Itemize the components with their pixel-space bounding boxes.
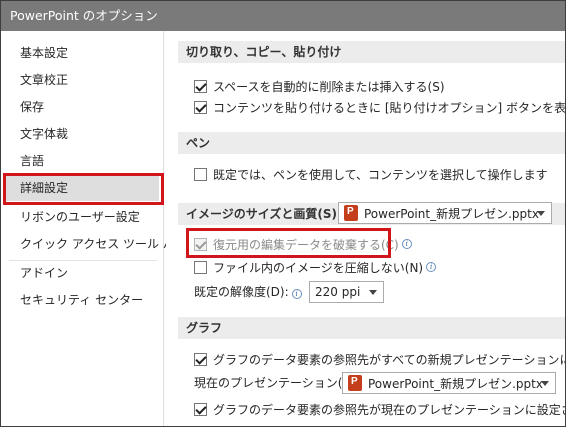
use-pen-checkbox[interactable]	[194, 167, 207, 181]
chart-all-new-option[interactable]: グラフのデータ要素の参照先がすべての新規プレゼンテーションに設定されてい	[194, 349, 565, 369]
options-dialog: PowerPoint のオプション 基本設定 文章校正 保存 文字体裁 言語 詳…	[0, 0, 566, 427]
sidebar-item-general[interactable]: 基本設定	[5, 40, 159, 66]
chart-current-ref-label: グラフのデータ要素の参照先が現在のプレゼンテーションに設定されているプロ	[213, 402, 565, 417]
paste-options-checkbox[interactable]	[194, 100, 207, 114]
discard-edit-data-option[interactable]: 復元用の編集データを破棄する(C) i	[194, 234, 412, 254]
no-compress-label: ファイル内のイメージを圧縮しない(N)	[213, 260, 424, 275]
chart-current-ref-option[interactable]: グラフのデータ要素の参照先が現在のプレゼンテーションに設定されているプロ	[194, 399, 565, 419]
current-presentation-dropdown-value: PowerPoint_新規プレゼン.pptx	[368, 376, 543, 391]
sidebar-item-save[interactable]: 保存	[5, 94, 159, 120]
options-content: 切り取り、コピー、貼り付け スペースを自動的に削除または挿入する(S) コンテン…	[166, 31, 566, 426]
use-pen-option[interactable]: 既定では、ペンを使用して、コンテンツを選択して操作します	[194, 164, 548, 184]
section-header-chart: グラフ	[178, 317, 565, 339]
image-file-dropdown[interactable]: PowerPoint_新規プレゼン.pptx	[338, 202, 552, 224]
smart-cut-option[interactable]: スペースを自動的に削除または挿入する(S)	[194, 76, 445, 96]
sidebar-item-customize-ribbon[interactable]: リボンのユーザー設定	[5, 204, 159, 230]
discard-edit-data-label: 復元用の編集データを破棄する(C)	[213, 237, 399, 252]
chevron-down-icon	[369, 290, 377, 295]
sidebar-item-advanced[interactable]: 詳細設定	[5, 175, 159, 201]
sidebar-item-quick-access-toolbar[interactable]: クイック アクセス ツール バー	[5, 231, 187, 257]
chart-current-ref-checkbox[interactable]	[194, 402, 207, 416]
info-icon: i	[291, 289, 302, 299]
resolution-dropdown[interactable]: 220 ppi	[309, 281, 384, 303]
info-icon: i	[401, 239, 412, 249]
section-header-clipboard: 切り取り、コピー、貼り付け	[178, 41, 565, 63]
current-presentation-dropdown[interactable]: PowerPoint_新規プレゼン.pptx	[342, 372, 556, 394]
sidebar-item-language[interactable]: 言語	[5, 148, 159, 174]
chevron-down-icon	[541, 381, 549, 386]
smart-cut-checkbox[interactable]	[194, 79, 207, 93]
paste-options-option[interactable]: コンテンツを貼り付けるときに [貼り付けオプション] ボタンを表示する(H)	[194, 97, 566, 117]
sidebar-item-addins[interactable]: アドイン	[5, 260, 159, 286]
options-sidebar: 基本設定 文章校正 保存 文字体裁 言語 詳細設定 リボンのユーザー設定 クイッ…	[1, 31, 187, 426]
smart-cut-label: スペースを自動的に削除または挿入する(S)	[213, 79, 445, 94]
sidebar-item-typography[interactable]: 文字体裁	[5, 121, 159, 147]
section-header-pen: ペン	[178, 132, 565, 154]
dialog-title: PowerPoint のオプション	[1, 1, 565, 31]
resolution-label-text: 既定の解像度(D):	[194, 285, 289, 299]
resolution-value: 220 ppi	[315, 285, 361, 299]
image-file-dropdown-value: PowerPoint_新規プレゼン.pptx	[364, 206, 539, 221]
paste-options-label: コンテンツを貼り付けるときに [貼り付けオプション] ボタンを表示する(H)	[213, 100, 566, 115]
no-compress-option[interactable]: ファイル内のイメージを圧縮しない(N) i	[194, 257, 437, 277]
no-compress-checkbox[interactable]	[194, 260, 207, 274]
powerpoint-file-icon	[348, 375, 362, 391]
use-pen-label: 既定では、ペンを使用して、コンテンツを選択して操作します	[213, 167, 548, 182]
chevron-down-icon	[537, 211, 545, 216]
chart-all-new-label: グラフのデータ要素の参照先がすべての新規プレゼンテーションに設定されてい	[213, 352, 565, 367]
discard-edit-data-checkbox[interactable]	[194, 237, 207, 251]
chart-all-new-checkbox[interactable]	[194, 352, 207, 366]
info-icon: i	[426, 262, 437, 272]
current-presentation-label: 現在のプレゼンテーション(C):	[194, 376, 360, 390]
sidebar-item-trust-center[interactable]: セキュリティ センター	[5, 287, 159, 313]
powerpoint-file-icon	[344, 205, 358, 221]
sidebar-item-proofing[interactable]: 文章校正	[5, 67, 159, 93]
resolution-label: 既定の解像度(D): i	[194, 282, 302, 302]
